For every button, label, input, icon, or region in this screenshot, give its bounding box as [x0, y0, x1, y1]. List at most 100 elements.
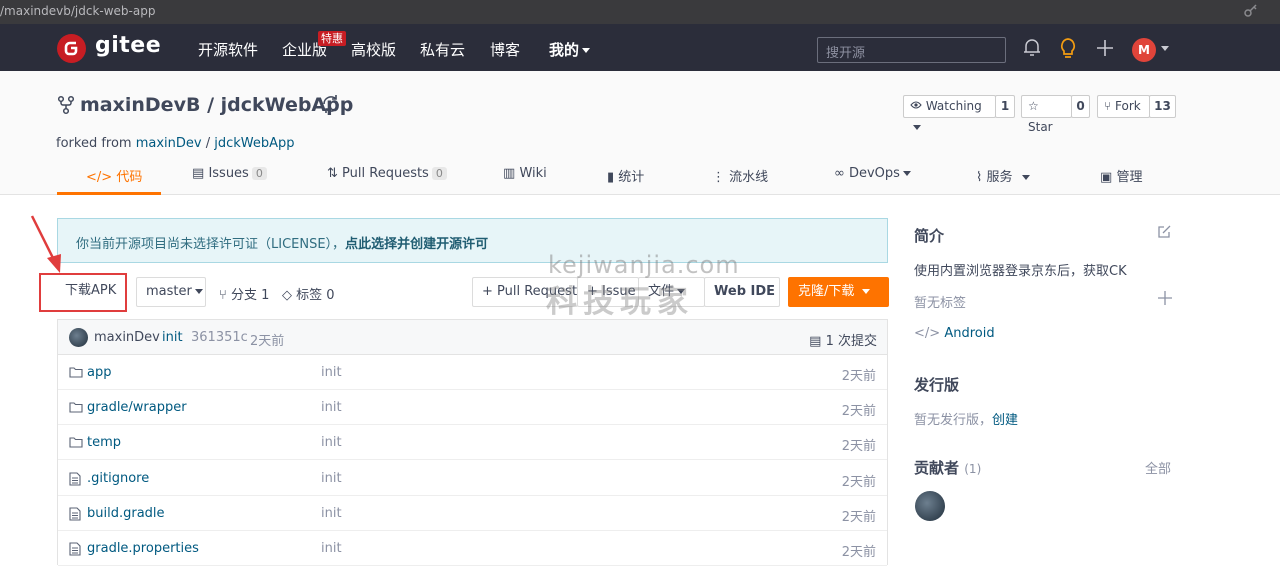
web-ide-button[interactable]: Web IDE — [704, 277, 780, 307]
latest-commit-bar: maxinDev init 361351c 2天前 ▤ 1 次提交 — [57, 319, 888, 355]
contributors-count: (1) — [964, 462, 982, 476]
pull-request-icon: ⇅ — [327, 166, 338, 181]
nav-mine[interactable]: 我的 — [549, 39, 591, 60]
edit-icon[interactable] — [1157, 224, 1172, 243]
language-label: Android — [944, 326, 995, 341]
pulse-icon: ⌇ — [976, 170, 983, 185]
fork-small-icon: ⑂ — [1104, 99, 1112, 113]
tab-devops-label: DevOps — [848, 166, 900, 181]
tab-services[interactable]: ⌇ 服务 — [976, 166, 1030, 185]
tab-pull-requests[interactable]: ⇅ Pull Requests 0 — [327, 166, 447, 181]
branches-link[interactable]: ⑂ 分支 1 — [219, 284, 269, 303]
chevron-down-icon[interactable] — [1158, 41, 1169, 56]
forked-owner-link[interactable]: maxinDev — [136, 136, 202, 151]
tab-stats[interactable]: ▮ 统计 — [607, 166, 644, 185]
tab-manage[interactable]: ▣ 管理 — [1100, 166, 1142, 185]
user-avatar[interactable]: M — [1132, 38, 1156, 62]
bulb-icon[interactable] — [1059, 37, 1077, 63]
commit-author-link[interactable]: maxinDev — [94, 330, 160, 345]
tab-code[interactable]: </> 代码 — [86, 166, 142, 185]
star-label: Star — [1028, 120, 1053, 134]
file-row[interactable]: gradle.properties init 2天前 — [58, 531, 887, 566]
file-row[interactable]: app init 2天前 — [58, 355, 887, 390]
pull-requests-count: 0 — [431, 167, 447, 180]
nav-open-source[interactable]: 开源软件 — [198, 39, 258, 60]
tags-link[interactable]: ◇ 标签 0 — [282, 284, 335, 303]
tags-label: 标签 0 — [296, 288, 335, 303]
file-name-link[interactable]: .gitignore — [87, 471, 149, 486]
file-name-link[interactable]: build.gradle — [87, 506, 165, 521]
commit-message-link[interactable]: init — [162, 330, 183, 345]
chevron-down-icon — [902, 171, 911, 176]
branch-select[interactable]: master — [136, 277, 206, 307]
tab-pull-requests-label: Pull Requests — [342, 166, 429, 181]
file-commit-message[interactable]: init — [321, 365, 342, 380]
tab-wiki-label: Wiki — [519, 166, 547, 181]
gitee-logo-text[interactable]: gitee — [95, 33, 161, 58]
author-avatar[interactable] — [69, 328, 88, 347]
clone-download-button[interactable]: 克隆/下载 — [788, 277, 889, 307]
add-tag-icon[interactable] — [1158, 291, 1172, 309]
license-notice-text: 你当前开源项目尚未选择许可证（LICENSE）， — [76, 237, 346, 252]
fork-label: Fork — [1115, 99, 1141, 113]
fork-count[interactable]: 13 — [1149, 95, 1176, 118]
file-time: 2天前 — [841, 475, 876, 490]
browser-address-bar[interactable]: /maxindevb/jdck-web-app — [0, 0, 1280, 24]
tab-pipeline[interactable]: ⋮ 流水线 — [712, 166, 768, 185]
no-releases-label: 暂无发行版， — [914, 413, 993, 428]
star-count[interactable]: 0 — [1071, 95, 1090, 118]
nav-mine-label: 我的 — [549, 41, 580, 59]
file-commit-message[interactable]: init — [321, 471, 342, 486]
nav-university[interactable]: 高校版 — [351, 39, 396, 60]
bell-icon[interactable] — [1023, 37, 1041, 61]
fork-button[interactable]: ⑂ Fork — [1097, 95, 1150, 118]
create-release-link[interactable]: 创建 — [992, 413, 1018, 428]
infinity-icon: ∞ — [834, 166, 845, 181]
tab-devops[interactable]: ∞ DevOps — [834, 166, 911, 181]
file-name-link[interactable]: app — [87, 365, 111, 380]
contributor-avatar[interactable] — [915, 491, 945, 521]
file-commit-message[interactable]: init — [321, 400, 342, 415]
nav-blog[interactable]: 博客 — [490, 39, 520, 60]
commits-link[interactable]: ▤ 1 次提交 — [809, 330, 877, 349]
key-icon[interactable] — [1244, 3, 1258, 20]
tab-wiki[interactable]: ▥ Wiki — [503, 166, 547, 181]
download-apk-button[interactable]: 下载APK — [53, 277, 128, 307]
chevron-down-icon — [194, 289, 203, 294]
manage-icon: ▣ — [1100, 170, 1113, 185]
file-name-link[interactable]: temp — [87, 435, 121, 450]
forked-repo-link[interactable]: jdckWebApp — [214, 136, 294, 151]
file-commit-message[interactable]: init — [321, 435, 342, 450]
file-time: 2天前 — [841, 439, 876, 454]
file-row[interactable]: build.gradle init 2天前 — [58, 496, 887, 531]
tab-issues[interactable]: ▤ Issues 0 — [192, 166, 267, 181]
file-name-link[interactable]: gradle/wrapper — [87, 400, 187, 415]
special-offer-badge: 特惠 — [318, 31, 346, 46]
file-commit-message[interactable]: init — [321, 506, 342, 521]
search-input[interactable]: 搜开源 — [817, 37, 1006, 63]
language-link[interactable]: </> Android — [914, 326, 995, 341]
nav-private-cloud[interactable]: 私有云 — [420, 39, 465, 60]
file-row[interactable]: .gitignore init 2天前 — [58, 461, 887, 496]
watching-count[interactable]: 1 — [995, 95, 1015, 118]
tag-icon: ◇ — [282, 288, 292, 303]
commit-hash[interactable]: 361351c — [191, 330, 248, 345]
file-commit-message[interactable]: init — [321, 541, 342, 556]
sync-icon[interactable] — [320, 93, 342, 119]
repo-owner-link[interactable]: maxinDevB — [80, 94, 200, 116]
file-row[interactable]: temp init 2天前 — [58, 425, 887, 460]
watermark-text: kejiwanjia.com — [548, 251, 740, 279]
create-license-link[interactable]: 点此选择并创建开源许可 — [345, 237, 488, 252]
branch-name: master — [146, 284, 192, 299]
all-contributors-link[interactable]: 全部 — [1145, 458, 1171, 477]
star-button[interactable]: ☆ Star — [1021, 95, 1072, 134]
chevron-down-icon — [582, 48, 591, 53]
watching-button[interactable]: Watching — [903, 95, 996, 130]
gitee-logo-icon[interactable] — [57, 34, 86, 63]
file-name-link[interactable]: gradle.properties — [87, 541, 199, 556]
file-row[interactable]: gradle/wrapper init 2天前 — [58, 390, 887, 425]
plus-icon[interactable] — [1096, 39, 1114, 61]
tab-code-label: 代码 — [116, 170, 143, 185]
chevron-down-icon — [913, 125, 921, 130]
url-text[interactable]: /maxindevb/jdck-web-app — [0, 4, 155, 18]
